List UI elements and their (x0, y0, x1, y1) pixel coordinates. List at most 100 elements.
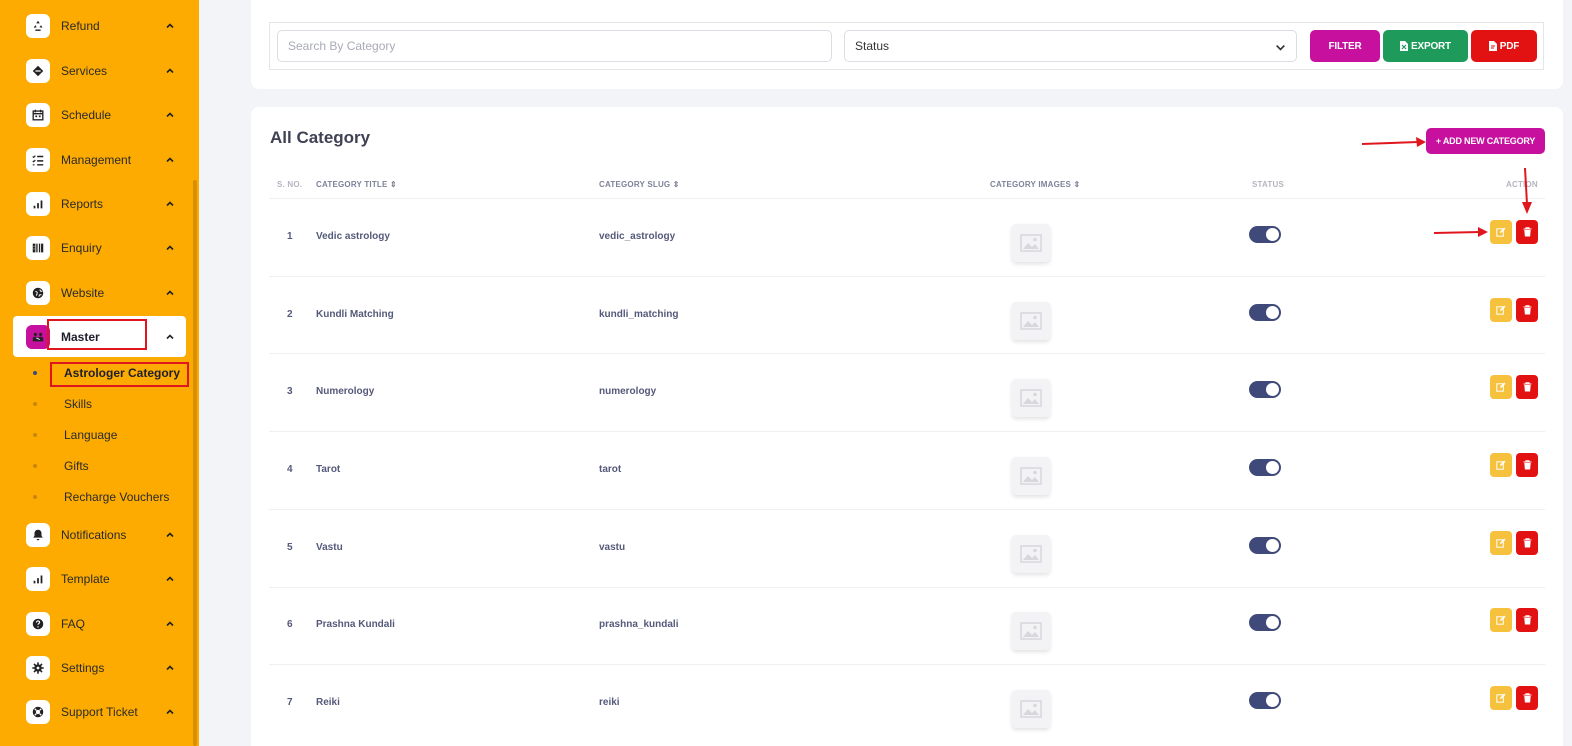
sidebar-item-enquiry[interactable]: Enquiry (13, 228, 186, 268)
row-sno: 3 (287, 386, 293, 398)
add-new-category-label: + ADD NEW CATEGORY (1435, 136, 1536, 146)
search-category-input[interactable] (277, 30, 832, 62)
category-image[interactable] (1012, 223, 1050, 262)
edit-button[interactable] (1490, 297, 1512, 322)
status-toggle[interactable] (1249, 536, 1281, 554)
export-button-label: EXPORT (1411, 40, 1451, 52)
status-toggle[interactable] (1249, 381, 1281, 399)
sidebar-item-management[interactable]: Management (13, 140, 186, 180)
page-title: All Category (270, 128, 371, 147)
delete-button[interactable] (1516, 686, 1538, 711)
chevron-up-icon (166, 532, 174, 538)
sidebar-item-template[interactable]: Template (13, 559, 186, 599)
edit-button[interactable] (1490, 452, 1512, 477)
edit-icon (1496, 538, 1506, 548)
row-category-slug: reiki (599, 697, 620, 709)
trash-icon (1523, 227, 1531, 237)
sidebar-item-reports[interactable]: Reports (13, 184, 186, 224)
sidebar-item-label: Management (61, 153, 132, 167)
sidebar-item-website[interactable]: Website (13, 273, 186, 313)
delete-button[interactable] (1516, 452, 1538, 477)
edit-icon (1496, 615, 1506, 626)
category-image[interactable] (1012, 690, 1050, 729)
add-new-category-button[interactable]: + ADD NEW CATEGORY (1426, 128, 1545, 154)
sidebar-item-label: Template (61, 572, 110, 586)
edit-button[interactable] (1490, 530, 1512, 555)
sidebar-item-schedule[interactable]: Schedule (13, 95, 186, 135)
trash-icon (1523, 382, 1531, 392)
chevron-down-icon (1276, 44, 1285, 51)
pdf-button[interactable]: PDF (1471, 30, 1537, 62)
image-placeholder-icon (1020, 467, 1042, 485)
row-category-title: Vastu (316, 541, 343, 553)
bullet-icon (33, 371, 37, 375)
chevron-up-icon (166, 112, 174, 118)
chevron-up-icon (166, 68, 174, 74)
status-toggle[interactable] (1249, 614, 1281, 632)
category-image[interactable] (1012, 379, 1050, 418)
category-image[interactable] (1012, 612, 1050, 651)
delete-button[interactable] (1516, 297, 1538, 322)
image-placeholder-icon (1020, 700, 1042, 718)
trash-icon (1523, 693, 1531, 703)
chevron-up-icon (166, 621, 174, 627)
status-select[interactable]: Status (844, 30, 1297, 62)
sub-item-label: Skills (64, 397, 93, 411)
row-category-slug: prashna_kundali (599, 619, 679, 631)
sidebar-item-faq[interactable]: FAQ (13, 604, 186, 644)
status-toggle[interactable] (1249, 692, 1281, 710)
delete-button[interactable] (1516, 219, 1538, 244)
status-toggle[interactable] (1249, 225, 1281, 243)
chevron-up-icon (166, 290, 174, 296)
column-header-slug[interactable]: CATEGORY SLUG ⇕ (599, 180, 680, 189)
column-header-images[interactable]: CATEGORY IMAGES ⇕ (990, 180, 1080, 189)
edit-button[interactable] (1490, 219, 1512, 244)
enquiry-icon (26, 236, 50, 260)
status-select-value: Status (855, 39, 890, 53)
row-sno: 7 (287, 697, 293, 709)
row-category-slug: kundli_matching (599, 308, 679, 320)
edit-button[interactable] (1490, 608, 1512, 633)
export-button[interactable]: EXPORT (1383, 30, 1468, 62)
row-sno: 6 (287, 619, 293, 631)
delete-button[interactable] (1516, 530, 1538, 555)
edit-icon (1496, 460, 1506, 470)
edit-button[interactable] (1490, 375, 1512, 400)
sidebar-item-notifications[interactable]: Notifications (13, 515, 186, 555)
sidebar-item-settings[interactable]: Settings (13, 648, 186, 688)
sub-item-recharge-vouchers[interactable]: Recharge Vouchers (33, 486, 169, 508)
sidebar-item-label: Settings (61, 661, 105, 675)
sidebar: Refund Services Schedule Management Repo… (0, 0, 199, 746)
sidebar-scrollbar[interactable] (193, 180, 197, 746)
category-image[interactable] (1012, 456, 1050, 495)
bullet-icon (33, 402, 37, 406)
row-divider (269, 508, 1545, 510)
status-toggle[interactable] (1249, 458, 1281, 476)
filter-button-label: FILTER (1328, 40, 1362, 52)
task-list-icon (26, 148, 50, 172)
sidebar-item-services[interactable]: Services (13, 51, 186, 91)
filter-button[interactable]: FILTER (1310, 30, 1380, 62)
lifebuoy-icon (26, 700, 50, 724)
category-image[interactable] (1012, 301, 1050, 340)
sidebar-item-support-ticket[interactable]: Support Ticket (13, 692, 186, 732)
row-divider (269, 664, 1545, 666)
edit-button[interactable] (1490, 686, 1512, 711)
annotation-arrow-edit (1433, 227, 1488, 237)
row-sno: 5 (287, 541, 293, 553)
delete-button[interactable] (1516, 375, 1538, 400)
sub-item-gifts[interactable]: Gifts (33, 455, 89, 477)
bar-chart-icon (26, 192, 50, 216)
trash-icon (1523, 615, 1531, 625)
category-image[interactable] (1012, 534, 1050, 573)
row-divider (269, 353, 1545, 355)
sidebar-item-refund[interactable]: Refund (13, 6, 186, 46)
sub-item-skills[interactable]: Skills (33, 393, 92, 415)
delete-button[interactable] (1516, 608, 1538, 633)
chevron-up-icon (166, 709, 174, 715)
row-category-title: Vedic astrology (316, 230, 390, 242)
sub-item-language[interactable]: Language (33, 424, 117, 446)
sidebar-item-label: Website (61, 286, 105, 300)
column-header-title[interactable]: CATEGORY TITLE ⇕ (316, 180, 397, 189)
status-toggle[interactable] (1249, 303, 1281, 321)
